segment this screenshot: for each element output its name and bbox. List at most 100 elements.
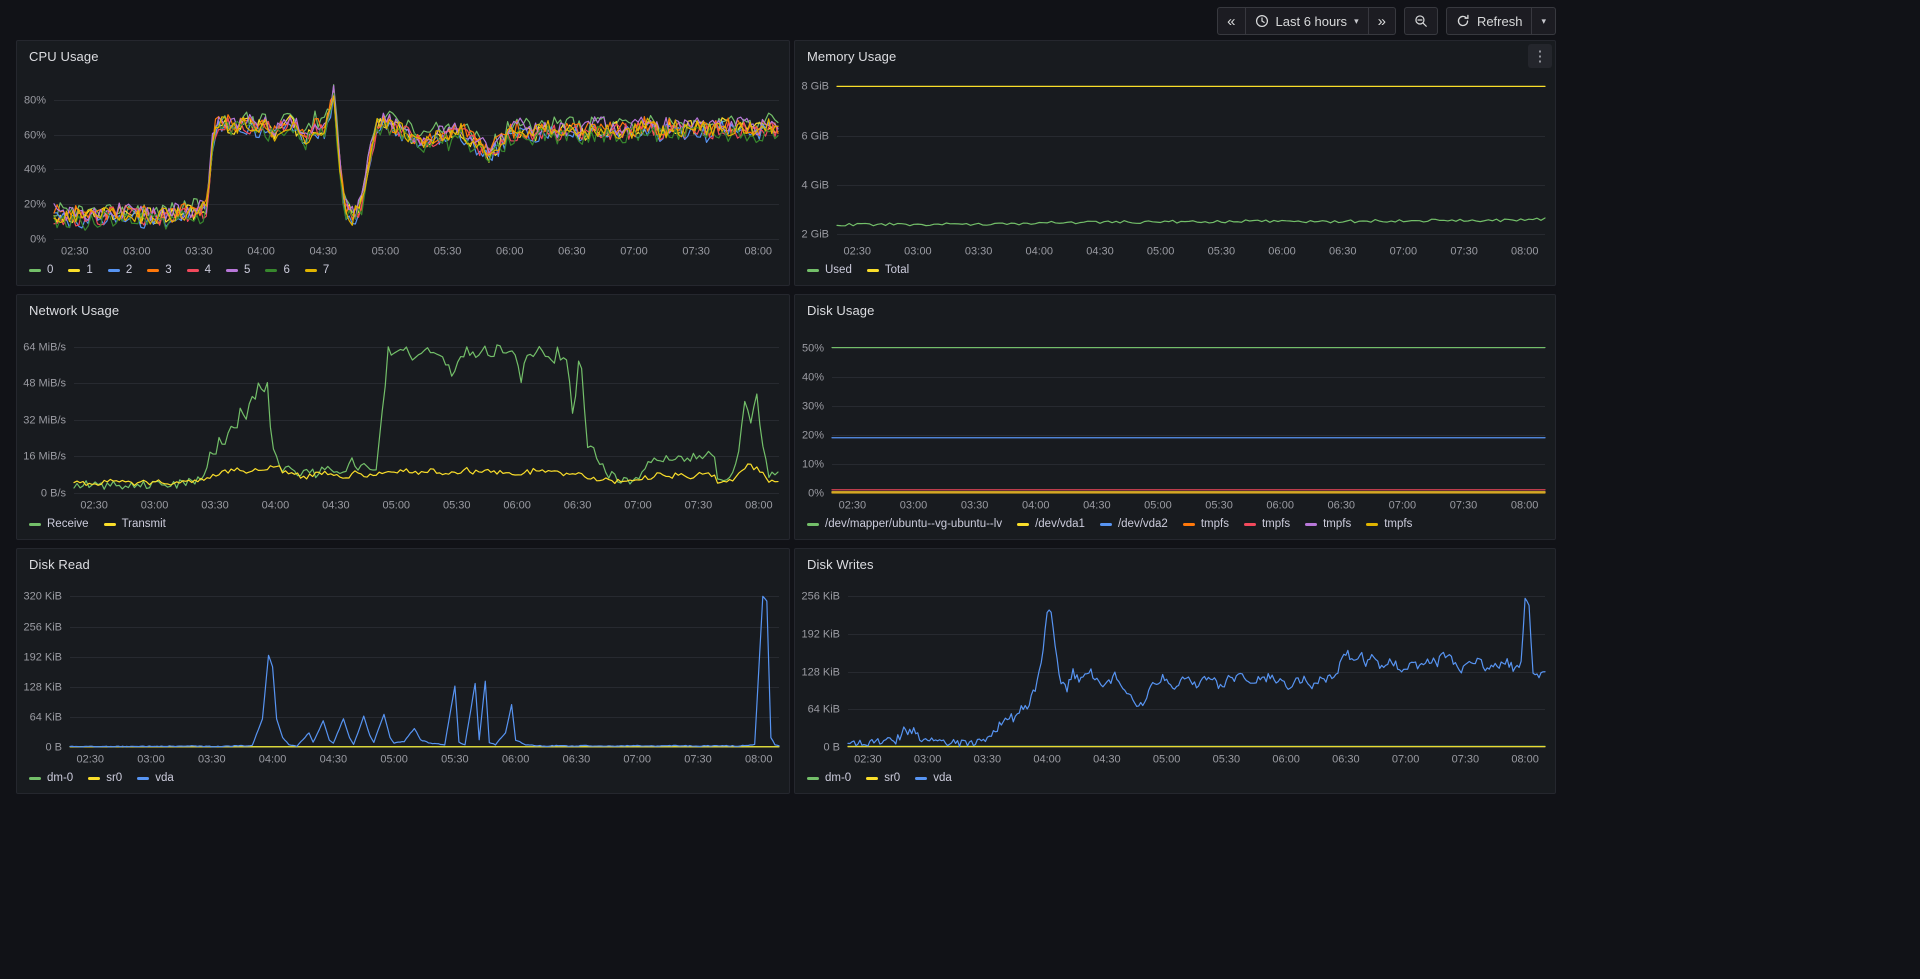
clock-icon [1255, 14, 1269, 28]
legend-item-5[interactable]: 5 [226, 264, 250, 276]
legend-item-3[interactable]: 3 [147, 264, 171, 276]
legend-item-/dev/vda2[interactable]: /dev/vda2 [1100, 518, 1168, 530]
legend-swatch [1017, 523, 1029, 526]
legend-label: sr0 [884, 772, 900, 784]
panel-network-usage: Network Usage Receive Transmit [16, 294, 790, 540]
time-range-picker-button[interactable]: Last 6 hours ▾ [1245, 8, 1368, 34]
panel-header[interactable]: Network Usage [17, 295, 789, 325]
legend-item-Used[interactable]: Used [807, 264, 852, 276]
memory-usage-chart[interactable] [795, 71, 1555, 261]
legend-swatch [68, 269, 80, 272]
network-usage-legend: Receive Transmit [17, 515, 789, 539]
panel-title: Disk Read [29, 557, 90, 572]
legend-swatch [1244, 523, 1256, 526]
legend-swatch [29, 269, 41, 272]
legend-item-1[interactable]: 1 [68, 264, 92, 276]
legend-label: /dev/mapper/ubuntu--vg-ubuntu--lv [825, 518, 1002, 530]
time-range-toolbar: « Last 6 hours ▾ » [1217, 7, 1556, 35]
legend-swatch [1305, 523, 1317, 526]
panel-header[interactable]: Disk Usage [795, 295, 1555, 325]
legend-item-sr0[interactable]: sr0 [866, 772, 900, 784]
disk-writes-chart[interactable] [795, 579, 1555, 769]
refresh-button[interactable]: Refresh [1447, 8, 1532, 34]
refresh-interval-button[interactable]: ▾ [1531, 8, 1555, 34]
panel-header[interactable]: Memory Usage ⋮ [795, 41, 1555, 71]
disk-usage-chart[interactable] [795, 325, 1555, 515]
legend-swatch [88, 777, 100, 780]
legend-swatch [305, 269, 317, 272]
chevrons-right-icon: » [1378, 13, 1386, 29]
legend-item-dm-0[interactable]: dm-0 [807, 772, 851, 784]
legend-swatch [265, 269, 277, 272]
panel-header[interactable]: Disk Writes [795, 549, 1555, 579]
refresh-icon [1456, 14, 1470, 28]
panel-disk-writes: Disk Writes dm-0 sr0 vda [794, 548, 1556, 794]
legend-item-dm-0[interactable]: dm-0 [29, 772, 73, 784]
legend-swatch [147, 269, 159, 272]
panel-header[interactable]: CPU Usage [17, 41, 789, 71]
legend-swatch [807, 523, 819, 526]
legend-swatch [29, 777, 41, 780]
chevron-down-icon: ▾ [1541, 16, 1546, 27]
panel-header[interactable]: Disk Read [17, 549, 789, 579]
legend-label: tmpfs [1384, 518, 1412, 530]
time-shift-back-button[interactable]: « [1218, 8, 1244, 34]
panel-title: Disk Writes [807, 557, 874, 572]
legend-item-2[interactable]: 2 [108, 264, 132, 276]
legend-item-/dev/mapper/ubuntu--vg-ubuntu--lv[interactable]: /dev/mapper/ubuntu--vg-ubuntu--lv [807, 518, 1002, 530]
legend-swatch [807, 269, 819, 272]
legend-item-Receive[interactable]: Receive [29, 518, 89, 530]
chevron-down-icon: ▾ [1354, 16, 1359, 27]
legend-label: tmpfs [1323, 518, 1351, 530]
time-shift-forward-button[interactable]: » [1368, 8, 1395, 34]
legend-label: 1 [86, 264, 92, 276]
legend-item-6[interactable]: 6 [265, 264, 289, 276]
legend-label: tmpfs [1262, 518, 1290, 530]
disk-read-legend: dm-0 sr0 vda [17, 769, 789, 793]
zoom-out-button[interactable] [1405, 8, 1437, 34]
legend-item-/dev/vda1[interactable]: /dev/vda1 [1017, 518, 1085, 530]
legend-item-0[interactable]: 0 [29, 264, 53, 276]
panel-disk-read: Disk Read dm-0 sr0 vda [16, 548, 790, 794]
network-usage-chart[interactable] [17, 325, 789, 515]
chevrons-left-icon: « [1227, 13, 1235, 29]
legend-item-tmpfs[interactable]: tmpfs [1183, 518, 1229, 530]
legend-item-sr0[interactable]: sr0 [88, 772, 122, 784]
legend-label: 0 [47, 264, 53, 276]
cpu-usage-chart[interactable] [17, 71, 789, 261]
panel-title: Disk Usage [807, 303, 874, 318]
legend-item-4[interactable]: 4 [187, 264, 211, 276]
legend-item-Transmit[interactable]: Transmit [104, 518, 166, 530]
legend-label: dm-0 [47, 772, 73, 784]
legend-item-tmpfs[interactable]: tmpfs [1366, 518, 1412, 530]
legend-label: /dev/vda1 [1035, 518, 1085, 530]
legend-label: dm-0 [825, 772, 851, 784]
legend-label: 3 [165, 264, 171, 276]
legend-label: Receive [47, 518, 89, 530]
legend-label: Used [825, 264, 852, 276]
disk-read-chart[interactable] [17, 579, 789, 769]
panel-title: Network Usage [29, 303, 119, 318]
legend-swatch [226, 269, 238, 272]
legend-item-vda[interactable]: vda [137, 772, 174, 784]
legend-label: 2 [126, 264, 132, 276]
legend-item-7[interactable]: 7 [305, 264, 329, 276]
legend-label: tmpfs [1201, 518, 1229, 530]
panel-disk-usage: Disk Usage /dev/mapper/ubuntu--vg-ubuntu… [794, 294, 1556, 540]
legend-swatch [137, 777, 149, 780]
legend-item-vda[interactable]: vda [915, 772, 952, 784]
legend-label: /dev/vda2 [1118, 518, 1168, 530]
legend-item-tmpfs[interactable]: tmpfs [1244, 518, 1290, 530]
refresh-group: Refresh ▾ [1446, 7, 1556, 35]
panel-title: CPU Usage [29, 49, 99, 64]
time-range-group: « Last 6 hours ▾ » [1217, 7, 1396, 35]
panel-menu-button[interactable]: ⋮ [1528, 44, 1552, 68]
legend-item-Total[interactable]: Total [867, 264, 909, 276]
legend-label: 4 [205, 264, 211, 276]
legend-item-tmpfs[interactable]: tmpfs [1305, 518, 1351, 530]
panel-cpu-usage: CPU Usage 0 1 2 3 4 5 6 7 [16, 40, 790, 286]
time-range-label: Last 6 hours [1276, 14, 1348, 29]
legend-swatch [187, 269, 199, 272]
cpu-usage-legend: 0 1 2 3 4 5 6 7 [17, 261, 789, 285]
legend-label: vda [933, 772, 952, 784]
